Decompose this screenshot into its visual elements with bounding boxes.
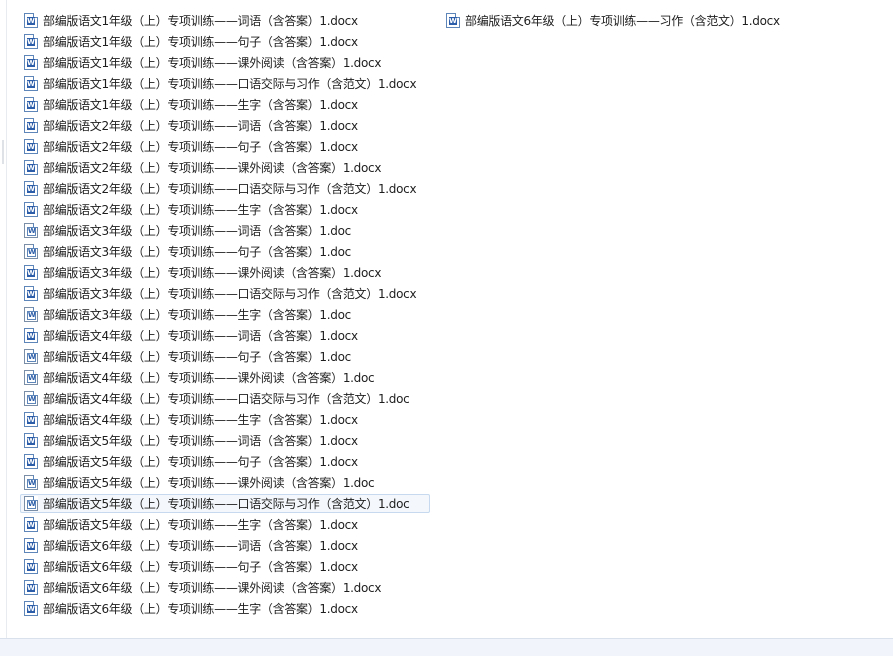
file-item[interactable]: W 部编版语文6年级（上）专项训练——词语（含答案）1.docx <box>20 536 430 555</box>
word-docx-icon: W <box>24 328 38 343</box>
file-name: 部编版语文2年级（上）专项训练——词语（含答案）1.docx <box>43 119 358 133</box>
file-item[interactable]: W 部编版语文1年级（上）专项训练——口语交际与习作（含范文）1.docx <box>20 74 430 93</box>
file-name: 部编版语文6年级（上）专项训练——习作（含范文）1.docx <box>465 14 780 28</box>
word-docx-icon: W <box>24 181 38 196</box>
word-docx-icon: W <box>24 13 38 28</box>
file-item[interactable]: W 部编版语文2年级（上）专项训练——生字（含答案）1.docx <box>20 200 430 219</box>
word-doc-icon: W <box>24 349 38 364</box>
word-doc-icon: W <box>24 244 38 259</box>
word-docx-icon: W <box>24 34 38 49</box>
word-doc-icon: W <box>24 475 38 490</box>
word-doc-icon: W <box>24 370 38 385</box>
word-docx-icon: W <box>24 202 38 217</box>
file-name: 部编版语文2年级（上）专项训练——口语交际与习作（含范文）1.docx <box>43 182 417 196</box>
file-name: 部编版语文3年级（上）专项训练——口语交际与习作（含范文）1.docx <box>43 287 417 301</box>
word-docx-icon: W <box>24 139 38 154</box>
word-docx-icon: W <box>24 559 38 574</box>
word-docx-icon: W <box>24 412 38 427</box>
file-item[interactable]: W 部编版语文4年级（上）专项训练——句子（含答案）1.doc <box>20 347 430 366</box>
word-doc-icon: W <box>24 391 38 406</box>
file-name: 部编版语文6年级（上）专项训练——生字（含答案）1.docx <box>43 602 358 616</box>
file-item[interactable]: W 部编版语文1年级（上）专项训练——课外阅读（含答案）1.docx <box>20 53 430 72</box>
file-item[interactable]: W 部编版语文6年级（上）专项训练——习作（含范文）1.docx <box>442 11 802 30</box>
word-docx-icon: W <box>24 286 38 301</box>
file-item[interactable]: W 部编版语文1年级（上）专项训练——生字（含答案）1.docx <box>20 95 430 114</box>
file-name: 部编版语文1年级（上）专项训练——词语（含答案）1.docx <box>43 14 358 28</box>
word-docx-icon: W <box>24 517 38 532</box>
file-name: 部编版语文4年级（上）专项训练——句子（含答案）1.doc <box>43 350 351 364</box>
file-name: 部编版语文5年级（上）专项训练——课外阅读（含答案）1.doc <box>43 476 375 490</box>
file-name: 部编版语文2年级（上）专项训练——生字（含答案）1.docx <box>43 203 358 217</box>
file-item[interactable]: W 部编版语文6年级（上）专项训练——句子（含答案）1.docx <box>20 557 430 576</box>
file-name: 部编版语文4年级（上）专项训练——口语交际与习作（含范文）1.doc <box>43 392 410 406</box>
file-name: 部编版语文3年级（上）专项训练——生字（含答案）1.doc <box>43 308 351 322</box>
navigation-pane-edge <box>0 0 7 638</box>
word-docx-icon: W <box>446 13 460 28</box>
file-name: 部编版语文1年级（上）专项训练——口语交际与习作（含范文）1.docx <box>43 77 417 91</box>
word-docx-icon: W <box>24 538 38 553</box>
word-docx-icon: W <box>24 580 38 595</box>
file-name: 部编版语文5年级（上）专项训练——词语（含答案）1.docx <box>43 434 358 448</box>
resize-handle[interactable] <box>2 140 4 164</box>
file-name: 部编版语文5年级（上）专项训练——生字（含答案）1.docx <box>43 518 358 532</box>
file-name: 部编版语文4年级（上）专项训练——词语（含答案）1.docx <box>43 329 358 343</box>
file-item[interactable]: W 部编版语文6年级（上）专项训练——生字（含答案）1.docx <box>20 599 430 618</box>
word-docx-icon: W <box>24 601 38 616</box>
word-docx-icon: W <box>24 76 38 91</box>
word-docx-icon: W <box>24 55 38 70</box>
word-docx-icon: W <box>24 97 38 112</box>
file-name: 部编版语文1年级（上）专项训练——句子（含答案）1.docx <box>43 35 358 49</box>
file-list-view[interactable]: W 部编版语文1年级（上）专项训练——词语（含答案）1.docx W 部编版语文1年级… <box>7 0 893 638</box>
file-name: 部编版语文6年级（上）专项训练——词语（含答案）1.docx <box>43 539 358 553</box>
file-item[interactable]: W 部编版语文3年级（上）专项训练——课外阅读（含答案）1.docx <box>20 263 430 282</box>
file-item[interactable]: W 部编版语文3年级（上）专项训练——口语交际与习作（含范文）1.docx <box>20 284 430 303</box>
file-name: 部编版语文1年级（上）专项训练——课外阅读（含答案）1.docx <box>43 56 382 70</box>
file-item[interactable]: W 部编版语文5年级（上）专项训练——生字（含答案）1.docx <box>20 515 430 534</box>
file-item[interactable]: W 部编版语文4年级（上）专项训练——口语交际与习作（含范文）1.doc <box>20 389 430 408</box>
word-docx-icon: W <box>24 265 38 280</box>
file-item[interactable]: W 部编版语文3年级（上）专项训练——生字（含答案）1.doc <box>20 305 430 324</box>
word-docx-icon: W <box>24 160 38 175</box>
file-item[interactable]: W 部编版语文5年级（上）专项训练——课外阅读（含答案）1.doc <box>20 473 430 492</box>
file-name: 部编版语文5年级（上）专项训练——口语交际与习作（含范文）1.doc <box>43 497 410 511</box>
file-item[interactable]: W 部编版语文4年级（上）专项训练——生字（含答案）1.docx <box>20 410 430 429</box>
file-item[interactable]: W 部编版语文2年级（上）专项训练——课外阅读（含答案）1.docx <box>20 158 430 177</box>
word-doc-icon: W <box>24 496 38 511</box>
file-column-2: W 部编版语文6年级（上）专项训练——习作（含范文）1.docx <box>442 11 802 32</box>
file-item[interactable]: W 部编版语文5年级（上）专项训练——句子（含答案）1.docx <box>20 452 430 471</box>
file-name: 部编版语文3年级（上）专项训练——课外阅读（含答案）1.docx <box>43 266 382 280</box>
file-name: 部编版语文3年级（上）专项训练——词语（含答案）1.doc <box>43 224 351 238</box>
file-name: 部编版语文6年级（上）专项训练——课外阅读（含答案）1.docx <box>43 581 382 595</box>
file-column-1: W 部编版语文1年级（上）专项训练——词语（含答案）1.docx W 部编版语文1年级… <box>20 11 430 620</box>
file-item[interactable]: W 部编版语文1年级（上）专项训练——词语（含答案）1.docx <box>20 11 430 30</box>
word-docx-icon: W <box>24 433 38 448</box>
file-name: 部编版语文3年级（上）专项训练——句子（含答案）1.doc <box>43 245 351 259</box>
file-item[interactable]: W 部编版语文2年级（上）专项训练——词语（含答案）1.docx <box>20 116 430 135</box>
status-bar <box>0 638 893 656</box>
file-item[interactable]: W 部编版语文2年级（上）专项训练——句子（含答案）1.docx <box>20 137 430 156</box>
word-docx-icon: W <box>24 118 38 133</box>
file-item[interactable]: W 部编版语文6年级（上）专项训练——课外阅读（含答案）1.docx <box>20 578 430 597</box>
word-doc-icon: W <box>24 223 38 238</box>
file-item[interactable]: W 部编版语文4年级（上）专项训练——词语（含答案）1.docx <box>20 326 430 345</box>
file-item[interactable]: W 部编版语文2年级（上）专项训练——口语交际与习作（含范文）1.docx <box>20 179 430 198</box>
word-doc-icon: W <box>24 307 38 322</box>
file-name: 部编版语文4年级（上）专项训练——生字（含答案）1.docx <box>43 413 358 427</box>
file-item[interactable]: W 部编版语文3年级（上）专项训练——词语（含答案）1.doc <box>20 221 430 240</box>
file-item[interactable]: W 部编版语文3年级（上）专项训练——句子（含答案）1.doc <box>20 242 430 261</box>
file-item[interactable]: W 部编版语文5年级（上）专项训练——口语交际与习作（含范文）1.doc <box>20 494 430 513</box>
file-name: 部编版语文2年级（上）专项训练——句子（含答案）1.docx <box>43 140 358 154</box>
file-name: 部编版语文6年级（上）专项训练——句子（含答案）1.docx <box>43 560 358 574</box>
word-docx-icon: W <box>24 454 38 469</box>
file-item[interactable]: W 部编版语文4年级（上）专项训练——课外阅读（含答案）1.doc <box>20 368 430 387</box>
file-name: 部编版语文1年级（上）专项训练——生字（含答案）1.docx <box>43 98 358 112</box>
file-name: 部编版语文4年级（上）专项训练——课外阅读（含答案）1.doc <box>43 371 375 385</box>
file-item[interactable]: W 部编版语文1年级（上）专项训练——句子（含答案）1.docx <box>20 32 430 51</box>
file-name: 部编版语文5年级（上）专项训练——句子（含答案）1.docx <box>43 455 358 469</box>
file-item[interactable]: W 部编版语文5年级（上）专项训练——词语（含答案）1.docx <box>20 431 430 450</box>
file-name: 部编版语文2年级（上）专项训练——课外阅读（含答案）1.docx <box>43 161 382 175</box>
